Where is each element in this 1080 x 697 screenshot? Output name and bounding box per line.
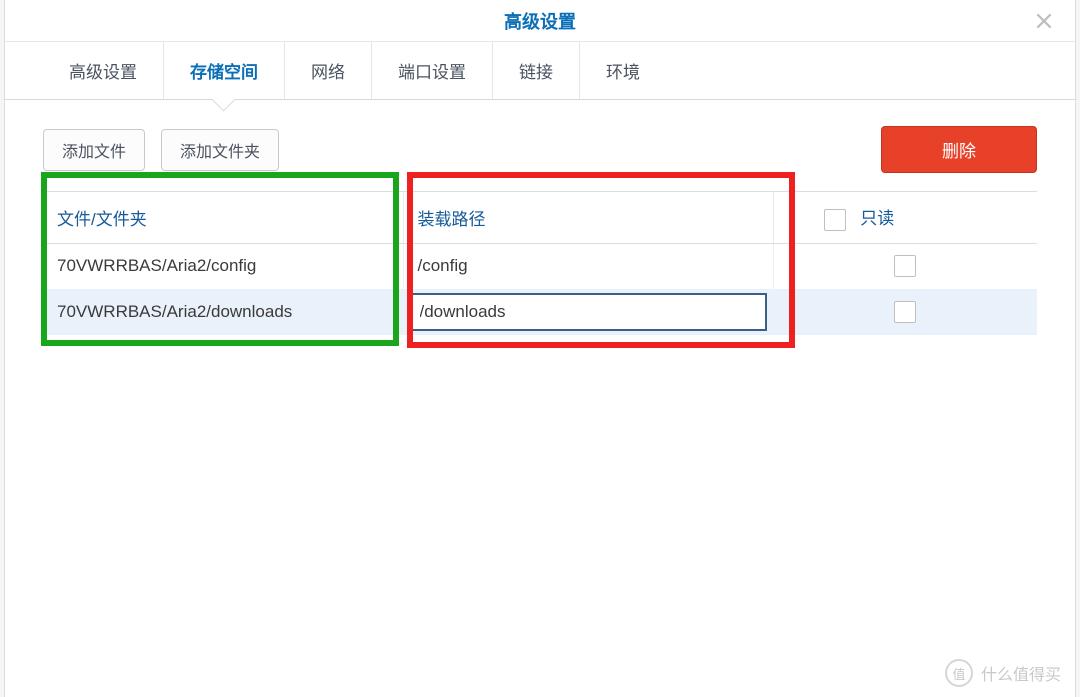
table-row[interactable]: 70VWRRBAS/Aria2/config /config <box>43 243 1037 289</box>
column-header-mount-path[interactable]: 装载路径 <box>403 192 773 244</box>
close-icon <box>1035 12 1053 30</box>
cell-mount-path[interactable] <box>403 289 773 335</box>
watermark: 值 什么值得买 <box>945 659 1061 687</box>
readonly-checkbox[interactable] <box>894 255 916 277</box>
readonly-header-label: 只读 <box>860 209 894 228</box>
delete-button[interactable]: 删除 <box>881 126 1037 173</box>
close-button[interactable] <box>1031 8 1057 34</box>
watermark-badge-icon: 值 <box>945 659 973 687</box>
tab-network[interactable]: 网络 <box>285 42 372 99</box>
watermark-text: 什么值得买 <box>981 661 1061 685</box>
toolbar: 添加文件 添加文件夹 删除 <box>5 100 1075 191</box>
tab-advanced-settings[interactable]: 高级设置 <box>43 42 164 99</box>
column-header-file-folder[interactable]: 文件/文件夹 <box>43 192 403 244</box>
add-file-button[interactable]: 添加文件 <box>43 129 145 171</box>
readonly-checkbox[interactable] <box>894 301 916 323</box>
advanced-settings-dialog: 高级设置 高级设置 存储空间 网络 端口设置 链接 环境 添加文件 添加文件夹 … <box>4 0 1076 697</box>
cell-file-folder[interactable]: 70VWRRBAS/Aria2/downloads <box>43 289 403 335</box>
column-header-readonly[interactable]: 只读 <box>773 192 1037 244</box>
cell-readonly <box>773 243 1037 289</box>
volume-table-wrap: 文件/文件夹 装载路径 只读 70VWRRBAS/Aria2/config /c… <box>5 191 1075 335</box>
readonly-header-checkbox[interactable] <box>824 209 846 231</box>
table-header-row: 文件/文件夹 装载路径 只读 <box>43 192 1037 244</box>
tab-bar: 高级设置 存储空间 网络 端口设置 链接 环境 <box>5 42 1075 100</box>
mount-path-input[interactable] <box>410 293 767 331</box>
tab-storage[interactable]: 存储空间 <box>164 42 285 99</box>
volume-table: 文件/文件夹 装载路径 只读 70VWRRBAS/Aria2/config /c… <box>43 191 1037 335</box>
cell-mount-path[interactable]: /config <box>403 243 773 289</box>
tab-links[interactable]: 链接 <box>493 42 580 99</box>
tab-port-settings[interactable]: 端口设置 <box>372 42 493 99</box>
tab-environment[interactable]: 环境 <box>580 42 666 99</box>
dialog-header: 高级设置 <box>5 0 1075 42</box>
dialog-title: 高级设置 <box>504 8 576 34</box>
table-row[interactable]: 70VWRRBAS/Aria2/downloads <box>43 289 1037 335</box>
cell-readonly <box>773 289 1037 335</box>
add-folder-button[interactable]: 添加文件夹 <box>161 129 279 171</box>
cell-file-folder[interactable]: 70VWRRBAS/Aria2/config <box>43 243 403 289</box>
